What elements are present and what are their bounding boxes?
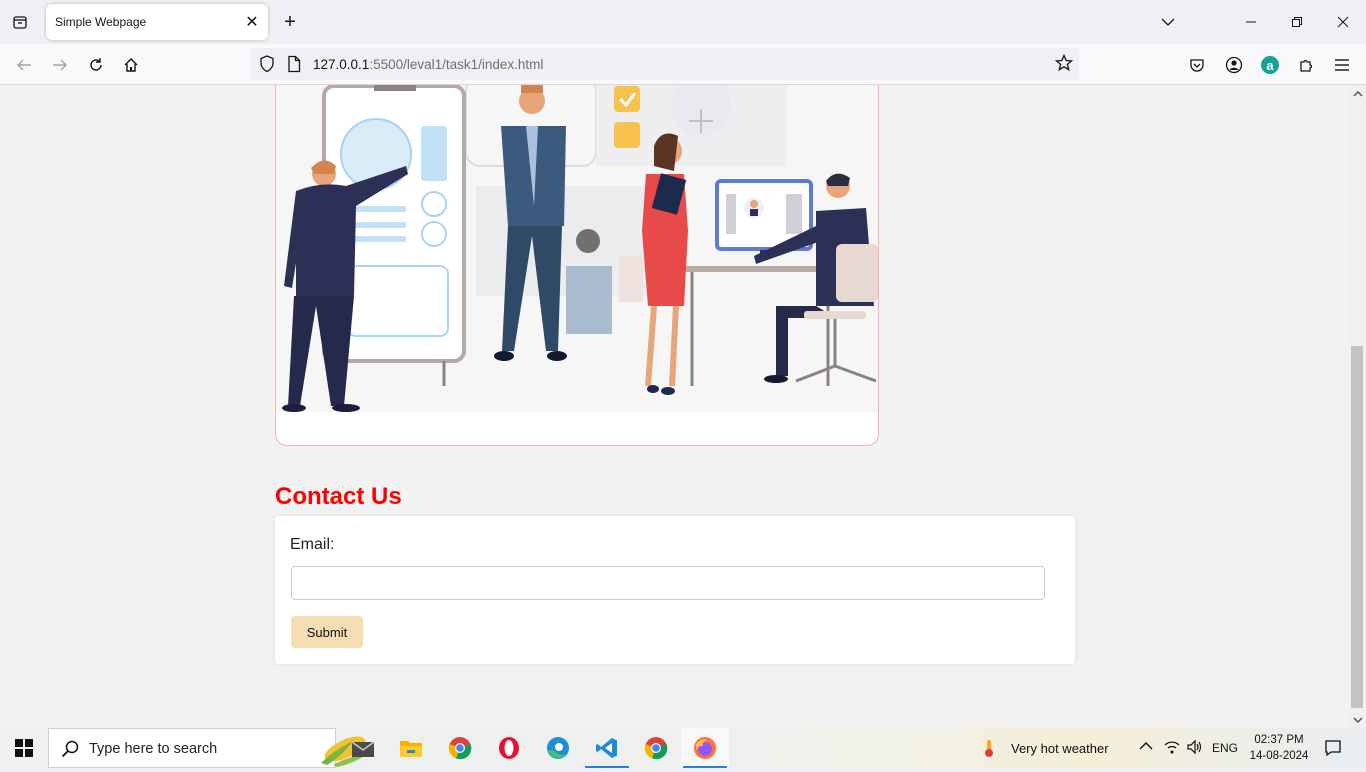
active-tab[interactable]: Simple Webpage ✕: [46, 4, 268, 40]
reload-icon[interactable]: [83, 52, 109, 78]
vscode-icon[interactable]: [583, 728, 631, 768]
email-input[interactable]: [291, 566, 1045, 600]
clock-date: 14-08-2024: [1249, 750, 1309, 762]
home-icon[interactable]: [118, 52, 144, 78]
firefox-icon[interactable]: [681, 728, 729, 768]
chrome-icon[interactable]: [632, 728, 680, 768]
account-icon[interactable]: [1221, 52, 1247, 78]
clock[interactable]: 02:37 PM 14-08-2024: [1246, 732, 1312, 764]
taskbar-search-box[interactable]: Type here to search: [48, 728, 369, 768]
page-viewport: Contact Us Email: Submit: [0, 85, 1349, 728]
submit-button[interactable]: Submit: [291, 616, 363, 648]
contact-form: Email: Submit: [275, 516, 1075, 664]
office-team-illustration: [276, 85, 878, 412]
url-path: :5500/leval1/task1/index.html: [369, 57, 544, 72]
tab-bar: Simple Webpage ✕ +: [0, 0, 1366, 44]
email-label: Email:: [290, 536, 335, 553]
close-tab-icon[interactable]: ✕: [242, 12, 262, 32]
search-icon: [61, 740, 79, 763]
back-icon[interactable]: [11, 52, 37, 78]
show-hidden-icons-icon[interactable]: [1139, 740, 1153, 754]
search-placeholder: Type here to search: [89, 741, 218, 757]
extensions-puzzle-icon[interactable]: [1293, 52, 1319, 78]
tab-list-icon[interactable]: [8, 10, 32, 34]
extension-a-icon[interactable]: a: [1257, 52, 1283, 78]
contact-heading: Contact Us: [275, 483, 402, 510]
close-window-icon[interactable]: [1329, 8, 1357, 36]
new-tab-button[interactable]: +: [278, 10, 302, 34]
mail-icon[interactable]: [339, 728, 387, 768]
vertical-scrollbar[interactable]: [1349, 85, 1366, 728]
forward-icon[interactable]: [47, 52, 73, 78]
page-info-icon[interactable]: [287, 55, 301, 78]
windows-start-icon[interactable]: [0, 728, 48, 768]
weather-thermometer-icon[interactable]: [979, 738, 999, 763]
tab-title: Simple Webpage: [55, 15, 147, 29]
scroll-up-arrow-icon[interactable]: [1352, 88, 1363, 98]
file-explorer-icon[interactable]: [387, 728, 435, 768]
volume-icon[interactable]: [1186, 739, 1204, 758]
pocket-icon[interactable]: [1184, 52, 1210, 78]
url-bar[interactable]: 127.0.0.1:5500/leval1/task1/index.html: [251, 48, 1079, 80]
clock-time: 02:37 PM: [1254, 734, 1304, 746]
restore-icon[interactable]: [1283, 8, 1311, 36]
scroll-down-arrow-icon[interactable]: [1352, 715, 1363, 725]
image-card: [275, 85, 879, 446]
chrome-icon[interactable]: [436, 728, 484, 768]
tracking-shield-icon[interactable]: [259, 55, 275, 78]
navigation-bar: 127.0.0.1:5500/leval1/task1/index.html a: [0, 44, 1366, 85]
list-all-tabs-icon[interactable]: [1156, 10, 1180, 34]
edge-icon[interactable]: [534, 728, 582, 768]
url-host: 127.0.0.1: [313, 57, 370, 72]
menu-hamburger-icon[interactable]: [1329, 52, 1355, 78]
language-indicator[interactable]: ENG: [1212, 741, 1238, 755]
windows-taskbar: Type here to search Very hot weather ENG: [0, 728, 1366, 768]
weather-text[interactable]: Very hot weather: [1011, 741, 1109, 756]
minimize-icon[interactable]: [1237, 8, 1265, 36]
wifi-icon[interactable]: [1163, 739, 1181, 758]
opera-icon[interactable]: [485, 728, 533, 768]
scroll-thumb[interactable]: [1351, 346, 1363, 708]
bookmark-star-icon[interactable]: [1054, 53, 1074, 77]
notifications-icon[interactable]: [1324, 739, 1342, 760]
url-text: 127.0.0.1:5500/leval1/task1/index.html: [313, 57, 543, 72]
